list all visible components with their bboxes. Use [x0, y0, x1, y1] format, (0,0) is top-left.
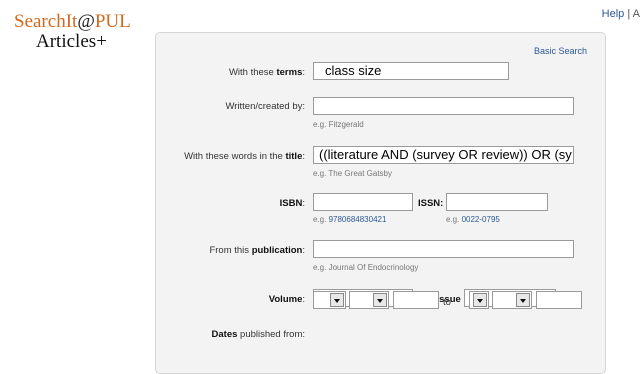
volume-label: Volume:	[268, 294, 305, 305]
terms-label: With these terms:	[228, 67, 305, 78]
issn-input[interactable]	[446, 193, 548, 211]
logo-line1: SearchIt@PUL	[14, 11, 131, 32]
publication-label: From this publication:	[209, 245, 305, 256]
title-hint: e.g. The Great Gatsby	[313, 169, 393, 178]
isbn-label: ISBN:	[279, 198, 305, 209]
dates-label: Dates published from:	[211, 329, 305, 340]
basic-search-link[interactable]: Basic Search	[534, 46, 587, 56]
isbn-hint: e.g. 9780684830421	[313, 215, 387, 224]
top-links: Help | A	[602, 8, 640, 20]
from-year-input[interactable]	[393, 291, 439, 309]
help-link[interactable]: Help	[602, 8, 625, 20]
chevron-down-icon	[473, 293, 487, 307]
issn-label: ISSN:	[418, 198, 444, 209]
to-month-select[interactable]	[469, 291, 489, 309]
searchit-logo[interactable]: SearchIt@PUL Articles+	[14, 12, 131, 51]
logo-line2: Articles+	[36, 31, 107, 52]
isbn-input[interactable]	[313, 193, 413, 211]
issn-hint: e.g. 0022-0795	[446, 215, 500, 224]
publication-hint: e.g. Journal Of Endocrinology	[313, 263, 419, 272]
from-day-select[interactable]	[349, 291, 389, 309]
from-month-select[interactable]	[313, 291, 346, 309]
publication-input[interactable]	[313, 240, 574, 258]
chevron-down-icon	[330, 293, 344, 307]
author-hint: e.g. Fitzgerald	[313, 120, 364, 129]
author-label: Written/created by:	[225, 101, 305, 112]
terms-input[interactable]: class size	[313, 62, 509, 80]
title-input[interactable]: ((literature AND (survey OR review)) OR …	[313, 146, 574, 164]
author-input[interactable]	[313, 97, 574, 115]
to-day-select[interactable]	[492, 291, 532, 309]
to-year-input[interactable]	[536, 291, 582, 309]
dates-to-label: to	[443, 297, 451, 308]
chevron-down-icon	[516, 293, 530, 307]
advanced-search-panel: Basic Search With these terms: class siz…	[155, 32, 606, 374]
top-link-separator: | A	[627, 8, 640, 20]
chevron-down-icon	[373, 293, 387, 307]
title-label: With these words in the title:	[184, 151, 305, 162]
